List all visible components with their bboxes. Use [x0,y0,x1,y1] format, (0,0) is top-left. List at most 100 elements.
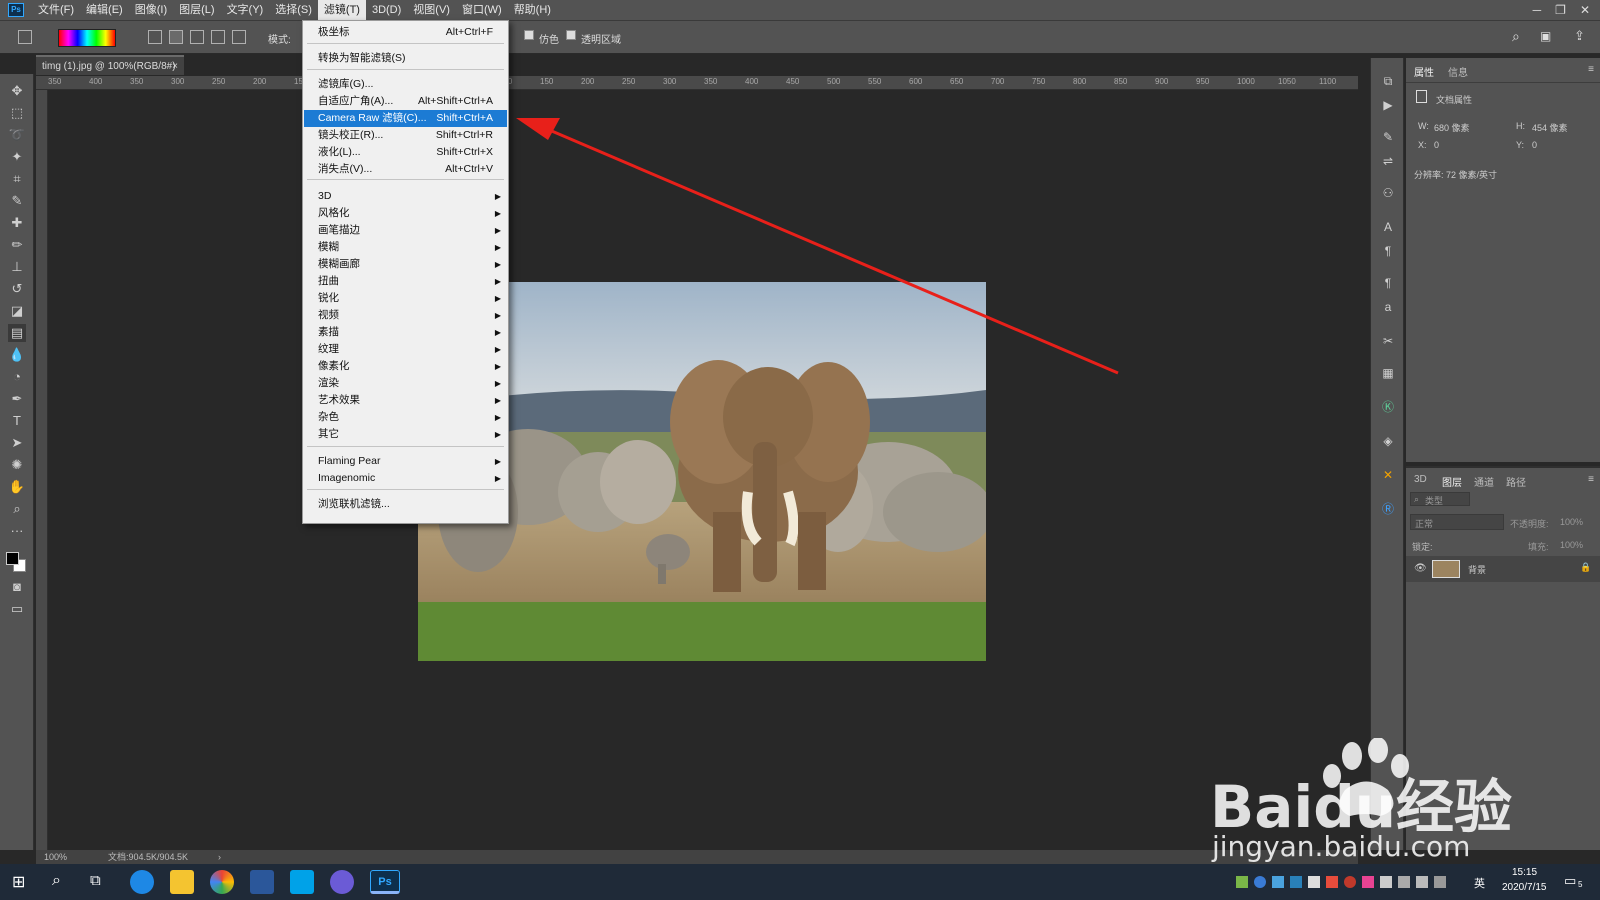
clock-time[interactable]: 15:15 [1512,867,1537,878]
file-explorer-icon[interactable] [170,870,194,894]
tray-shield-icon[interactable] [1272,876,1284,888]
filter-menu-item[interactable]: Camera Raw 滤镜(C)... Shift+Ctrl+A [304,110,507,127]
tab-layers[interactable]: 图层 [1442,474,1462,489]
h-value[interactable]: 454 像素 [1532,121,1568,134]
fill-value[interactable]: 100% [1560,540,1583,550]
visibility-eye-icon[interactable]: 👁 [1414,563,1427,574]
filter-menu-item[interactable]: 视频 ▶ [304,307,507,324]
task-view-icon[interactable]: ⧉ [90,872,101,889]
tray-pink-icon[interactable] [1362,876,1374,888]
tray-m-icon[interactable] [1380,876,1392,888]
status-arrow-icon[interactable]: › [218,850,221,864]
menu-item-label: 纹理 [318,343,339,355]
x-value[interactable]: 0 [1434,140,1439,150]
filter-menu-item[interactable]: 风格化 ▶ [304,205,507,222]
photoshop-taskbar-icon[interactable]: Ps [370,870,400,894]
character-panel-icon[interactable]: A [1379,218,1397,236]
filter-menu-item[interactable]: Imagenomic ▶ [304,470,507,487]
tray-network-icon[interactable] [1254,876,1266,888]
filter-menu-item[interactable]: 滤镜库(G)... [304,76,507,93]
menu-item-label: 滤镜库(G)... [318,78,374,90]
arrow-head [516,118,560,140]
filter-menu-item[interactable]: 素描 ▶ [304,324,507,341]
filter-menu-item[interactable]: Flaming Pear ▶ [304,453,507,470]
filter-menu-item[interactable]: 极坐标 Alt+Ctrl+F [304,24,507,41]
filter-menu-item[interactable]: 其它 ▶ [304,426,507,443]
taskbar-search-icon[interactable]: ⌕ [52,872,61,890]
filter-menu-item[interactable]: 自适应广角(A)... Alt+Shift+Ctrl+A [304,93,507,110]
filter-menu-item[interactable]: 消失点(V)... Alt+Ctrl+V [304,161,507,178]
tab-properties[interactable]: 属性 [1414,64,1434,79]
filter-menu-item[interactable]: 杂色 ▶ [304,409,507,426]
tab-3d[interactable]: 3D [1414,474,1427,485]
filter-menu-item[interactable]: 转换为智能滤镜(S) [304,50,507,67]
chrome-icon[interactable] [210,870,234,894]
w-value[interactable]: 680 像素 [1434,121,1470,134]
filter-menu-item[interactable]: 浏览联机滤镜... [304,496,507,513]
filter-menu-item[interactable]: 液化(L)... Shift+Ctrl+X [304,144,507,161]
filter-menu-item[interactable]: 纹理 ▶ [304,341,507,358]
filter-menu-item[interactable]: 艺术效果 ▶ [304,392,507,409]
submenu-arrow-icon: ▶ [494,379,501,388]
menu-item-label: 转换为智能滤镜(S) [318,52,406,64]
filter-menu-item[interactable]: 镜头校正(R)... Shift+Ctrl+R [304,127,507,144]
menu-item-shortcut: Shift+Ctrl+X [436,146,493,158]
tab-channels[interactable]: 通道 [1474,474,1494,489]
tab-info[interactable]: 信息 [1448,64,1468,79]
y-value[interactable]: 0 [1532,140,1537,150]
filter-menu-item[interactable]: 3D ▶ [304,188,507,205]
layer-filter-select[interactable]: ⌕ 类型 [1410,492,1470,506]
panel-menu-icon[interactable]: ≡ [1588,64,1594,75]
filter-menu-item[interactable]: 渲染 ▶ [304,375,507,392]
foreground-color-swatch[interactable] [6,552,19,565]
filter-menu-item[interactable]: 像素化 ▶ [304,358,507,375]
edge-browser-icon[interactable] [130,870,154,894]
windows-start-icon[interactable]: ⊞ [12,872,25,892]
blend-mode-select[interactable]: 正常 [1410,514,1504,530]
tk-plugin-icon[interactable]: Ⓚ [1379,398,1397,416]
menu-item-label: 消失点(V)... [318,163,373,175]
layer-filter-label: 类型 [1425,496,1444,506]
tab-paths[interactable]: 路径 [1506,474,1526,489]
watermark-url: jingyan.baidu.com [1212,830,1471,863]
menu-separator [307,489,504,490]
app-round-icon[interactable] [330,870,354,894]
tray-mic-icon[interactable] [1308,876,1320,888]
library-panel-icon[interactable]: ▦ [1379,364,1397,382]
opacity-value[interactable]: 100% [1560,517,1583,527]
plugin-cross-icon[interactable]: ✕ [1379,466,1397,484]
app-window-icon[interactable] [290,870,314,894]
tray-record-icon[interactable] [1344,876,1356,888]
filter-menu-item[interactable]: 扭曲 ▶ [304,273,507,290]
glyph-panel-icon[interactable]: a [1379,298,1397,316]
history-panel-icon[interactable]: ⧉ [1379,72,1397,90]
actions-panel-icon[interactable]: ▶ [1379,96,1397,114]
ime-indicator[interactable]: 英 [1474,875,1485,891]
clone-panel-icon[interactable]: ⚇ [1379,184,1397,202]
filter-menu-item[interactable]: 画笔描边 ▶ [304,222,507,239]
tray-volume-icon[interactable] [1416,876,1428,888]
filter-menu-item[interactable]: 锐化 ▶ [304,290,507,307]
zoom-readout[interactable]: 100% [44,850,67,864]
adjust-panel-icon[interactable]: ⇌ [1379,152,1397,170]
office-app-icon[interactable] [250,870,274,894]
tray-red-icon[interactable] [1326,876,1338,888]
tray-pen-icon[interactable] [1434,876,1446,888]
filter-menu-item[interactable]: 模糊 ▶ [304,239,507,256]
notification-icon[interactable]: ▭ [1564,873,1576,889]
menu-item-shortcut: Alt+Shift+Ctrl+A [418,95,493,107]
plugin-r-icon[interactable]: Ⓡ [1379,500,1397,518]
tools-panel-icon[interactable]: ✂ [1379,332,1397,350]
brush-panel-icon[interactable]: ✎ [1379,128,1397,146]
tray-app-icon[interactable] [1290,876,1302,888]
tray-nvidia-icon[interactable] [1236,876,1248,888]
filter-menu-item[interactable]: 模糊画廊 ▶ [304,256,507,273]
plugin-diamond-icon[interactable]: ◈ [1379,432,1397,450]
layers-menu-icon[interactable]: ≡ [1588,474,1594,485]
tray-display-icon[interactable] [1398,876,1410,888]
char-style-icon[interactable]: ¶ [1379,274,1397,292]
menu-item-shortcut: Shift+Ctrl+A [436,112,493,124]
layer-row-background[interactable]: 👁 背景 🔒 [1406,556,1600,582]
paragraph-panel-icon[interactable]: ¶ [1379,242,1397,260]
clock-date[interactable]: 2020/7/15 [1502,882,1547,893]
